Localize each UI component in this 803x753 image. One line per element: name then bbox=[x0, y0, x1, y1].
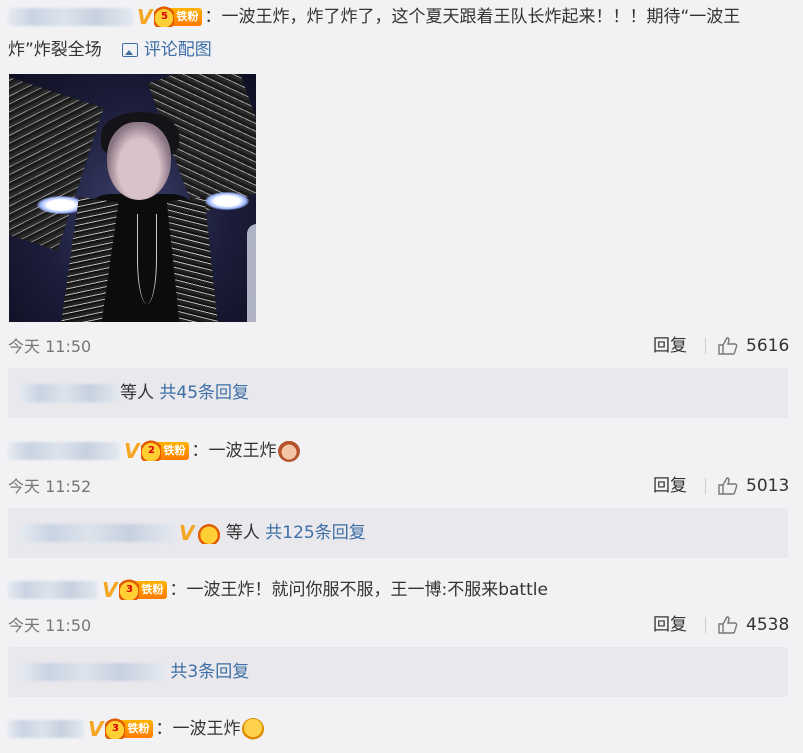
verified-v-icon: V bbox=[88, 717, 104, 741]
comment-1-line-2: 炸”炸裂全场 评论配图 bbox=[8, 37, 212, 63]
comment-2-line-1: V 2 铁粉 ：一波王炸 bbox=[8, 438, 301, 464]
like-button[interactable]: 5013 bbox=[718, 476, 789, 496]
verified-v-icon: V bbox=[102, 578, 118, 602]
comment-text: ：一波王炸 bbox=[191, 441, 277, 461]
crown-badge-icon: 5 bbox=[154, 5, 175, 27]
comment-time: 今天 11:50 bbox=[8, 616, 92, 635]
verified-v-icon: V bbox=[137, 5, 153, 29]
crown-badge-icon: 2 bbox=[141, 439, 162, 461]
comment-actions: 回复 4538 bbox=[653, 610, 789, 635]
comment-3-line-1: V 3 铁粉 ：一波王炸！就问你服不服，王一博:不服来battle bbox=[8, 577, 548, 603]
like-button[interactable]: 5616 bbox=[718, 336, 789, 356]
reply-button[interactable]: 回复 bbox=[653, 336, 687, 356]
reply-summary[interactable]: V 等人 共125条回复 bbox=[8, 508, 788, 558]
reply-button[interactable]: 回复 bbox=[653, 615, 687, 635]
reply-usernames-blurred bbox=[20, 663, 165, 681]
thumbs-up-icon bbox=[718, 337, 738, 355]
comment-actions: 回复 5013 bbox=[653, 471, 789, 496]
username-blurred[interactable] bbox=[8, 442, 120, 460]
comment-actions: 回复 5616 bbox=[653, 331, 789, 356]
comment-text-continued: 炸”炸裂全场 bbox=[8, 40, 102, 60]
comment-time: 今天 11:52 bbox=[8, 477, 92, 496]
comment-image[interactable] bbox=[9, 74, 256, 322]
username-blurred[interactable] bbox=[8, 581, 98, 599]
username-blurred[interactable] bbox=[8, 720, 84, 738]
fan-badge[interactable]: 3 铁粉 bbox=[119, 578, 168, 600]
reply-usernames-blurred bbox=[20, 384, 120, 402]
reply-button[interactable]: 回复 bbox=[653, 476, 687, 496]
crown-badge-icon: 3 bbox=[105, 717, 126, 739]
crown-badge-icon: 3 bbox=[119, 578, 140, 600]
like-count: 5013 bbox=[746, 476, 790, 496]
emoji-icon bbox=[242, 718, 265, 740]
comment-text: ：一波王炸，炸了炸了，这个夏天跟着王队长炸起来！！！期待“一波王 bbox=[204, 7, 741, 27]
image-icon bbox=[121, 43, 138, 57]
reply-usernames-blurred bbox=[20, 524, 175, 542]
reply-count-link[interactable]: 共45条回复 bbox=[159, 383, 249, 403]
reply-count-link[interactable]: 共3条回复 bbox=[170, 662, 249, 682]
like-count: 4538 bbox=[746, 615, 790, 635]
comment-text: ：一波王炸 bbox=[155, 719, 241, 739]
comment-text: ：一波王炸！就问你服不服，王一博:不服来battle bbox=[169, 580, 548, 600]
emoji-icon bbox=[278, 440, 301, 462]
reply-count-link[interactable]: 共125条回复 bbox=[265, 523, 365, 543]
comment-1-line-1: V 5 铁粉 ：一波王炸，炸了炸了，这个夏天跟着王队长炸起来！！！期待“一波王 bbox=[8, 4, 740, 30]
thumbs-up-icon bbox=[718, 616, 738, 634]
reply-summary[interactable]: 共3条回复 bbox=[8, 647, 788, 697]
verified-v-icon: V bbox=[179, 521, 195, 545]
comment-image-link[interactable]: 评论配图 bbox=[121, 40, 212, 60]
verified-v-icon: V bbox=[124, 439, 140, 463]
fan-badge[interactable]: 2 铁粉 bbox=[141, 439, 190, 461]
comment-4-line-1: V 3 铁粉 ：一波王炸 bbox=[8, 716, 265, 742]
reply-summary[interactable]: 等人 共45条回复 bbox=[8, 368, 788, 418]
like-button[interactable]: 4538 bbox=[718, 615, 789, 635]
crown-badge-icon bbox=[198, 522, 221, 544]
fan-badge[interactable]: 3 铁粉 bbox=[105, 717, 154, 739]
thumbs-up-icon bbox=[718, 477, 738, 495]
username-blurred[interactable] bbox=[8, 8, 133, 26]
like-count: 5616 bbox=[746, 336, 790, 356]
fan-badge[interactable]: 5 铁粉 bbox=[154, 5, 203, 27]
comment-time: 今天 11:50 bbox=[8, 337, 92, 356]
